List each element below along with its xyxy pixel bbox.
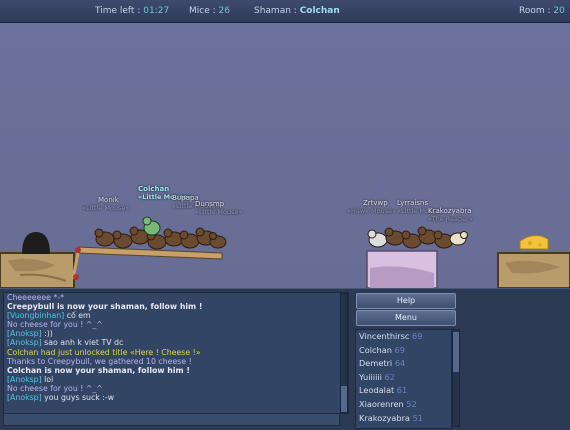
chat-line: [Anoksp] :)) bbox=[4, 329, 348, 338]
help-button[interactable]: Help bbox=[356, 293, 456, 309]
mice-label: Mice : bbox=[189, 6, 216, 16]
pink-pillar bbox=[366, 250, 438, 288]
chat-text: cố em bbox=[64, 311, 91, 321]
player-score: 64 bbox=[394, 358, 406, 369]
player-name: Krakozyabra bbox=[359, 412, 410, 423]
wooden-plank bbox=[71, 246, 223, 280]
player-name: Vincenthirsc bbox=[359, 331, 410, 341]
player-list-item[interactable]: Demetri 64 bbox=[356, 357, 451, 371]
mice-value: 26 bbox=[218, 6, 230, 16]
chat-log[interactable]: Cheeeeeee *-* Creepybull is now your sha… bbox=[3, 292, 349, 414]
chat-line: No cheese for you ! ^_^ bbox=[7, 383, 103, 393]
chat-tag: [Vuongbinhan] bbox=[7, 311, 65, 321]
shaman-name: Colchan bbox=[138, 185, 170, 193]
chat-tag: [Anoksp] bbox=[7, 374, 42, 384]
nametag-dunsmp-title: «Little Mouse» bbox=[195, 208, 243, 216]
mice-count: Mice : 26 bbox=[189, 6, 230, 16]
chat-line: [Vuongbinhan] cố em bbox=[4, 311, 348, 320]
cheese-icon bbox=[519, 235, 549, 250]
chat-scrollbar[interactable] bbox=[340, 293, 348, 413]
chat-line: No cheese for you ! ^_^ bbox=[7, 320, 103, 330]
player-score: 69 bbox=[394, 344, 405, 355]
chat-text: you guys suck :-w bbox=[41, 393, 115, 403]
shaman-display: Shaman : Colchan bbox=[254, 6, 340, 16]
player-name: Xiaorenren bbox=[359, 398, 404, 409]
shaman-value: Colchan bbox=[299, 6, 340, 16]
nametag-dunsmp-name: Dunsmp bbox=[195, 200, 225, 208]
chat-scrollbar-thumb[interactable] bbox=[341, 386, 347, 412]
chat-line: [Anoksp] sao anh k viet TV dc bbox=[4, 338, 348, 347]
top-hud-bar: Time left : 01:27 Mice : 26 Shaman : Col… bbox=[0, 0, 570, 23]
player-list-item[interactable]: Xiaorenren 52 bbox=[356, 398, 451, 412]
bottom-panel: Cheeeeeee *-* Creepybull is now your sha… bbox=[0, 288, 570, 430]
mice-group-left bbox=[94, 226, 227, 250]
nametag-monik: Monik «Little Mouse» bbox=[82, 196, 129, 212]
player-score: 62 bbox=[384, 371, 395, 382]
shaman-mouse bbox=[142, 216, 161, 236]
nametag-zrtvwp: Zrtvwp «Hawk Mouse» bbox=[347, 199, 396, 215]
chat-line: Cheeeeeee *-* bbox=[7, 293, 65, 302]
room-label: Room : bbox=[519, 6, 551, 16]
player-score: 51 bbox=[412, 412, 423, 423]
player-list-item[interactable]: Yuiiiiii 62 bbox=[356, 371, 451, 385]
nametag-krakozyabra: Krakozyabra «The Reaper» bbox=[428, 207, 473, 223]
chat-line: Colchan is now your shaman, follow him ! bbox=[7, 365, 190, 375]
game-map[interactable]: Colchan «Little Mouse» Monik «Little Mou… bbox=[0, 23, 570, 288]
player-list-item[interactable]: Leodalat 61 bbox=[356, 384, 451, 398]
player-score: 52 bbox=[406, 398, 417, 409]
player-list-scrollbar[interactable] bbox=[452, 329, 460, 427]
chat-text: loi bbox=[41, 374, 54, 384]
chat-line: Creepybull is now your shaman, follow hi… bbox=[7, 302, 203, 312]
player-list-scrollbar-thumb[interactable] bbox=[453, 332, 459, 372]
room-display: Room : 20 bbox=[519, 6, 565, 16]
player-score: 61 bbox=[396, 385, 408, 396]
nametag-krakozyabra-name: Krakozyabra bbox=[428, 207, 472, 215]
player-name: Leodalat bbox=[359, 385, 395, 396]
player-score: 69 bbox=[412, 331, 423, 341]
chat-input[interactable] bbox=[3, 413, 340, 426]
mouse-hole bbox=[22, 232, 50, 254]
map-graphics bbox=[0, 216, 570, 288]
chat-line: Thanks to Creepybull, we gathered 10 che… bbox=[7, 356, 192, 366]
player-list-item[interactable]: Vincenthirsc 69 bbox=[356, 330, 451, 344]
time-left-value: 01:27 bbox=[143, 6, 170, 16]
player-name: Demetri bbox=[359, 358, 393, 369]
nametag-monik-name: Monik bbox=[98, 196, 119, 204]
chat-tag: [Anoksp] bbox=[7, 393, 42, 403]
chat-tag: [Anoksp] bbox=[7, 329, 42, 339]
chat-line: [Anoksp] loi bbox=[4, 375, 348, 384]
player-name: Yuiiiiii bbox=[359, 371, 382, 382]
time-left-label: Time left : bbox=[95, 6, 141, 16]
chat-text: sao anh k viet TV dc bbox=[41, 338, 124, 348]
shaman-label: Shaman : bbox=[254, 6, 297, 16]
nametag-lyrraisns-name: Lyrraisns bbox=[397, 199, 428, 207]
player-name: Colchan bbox=[359, 344, 392, 355]
nametag-zrtvwp-name: Zrtvwp bbox=[363, 199, 388, 207]
room-value: 20 bbox=[553, 6, 565, 16]
player-list[interactable]: Vincenthirsc 69 Colchan 69 Demetri 64 Yu… bbox=[355, 329, 452, 429]
ground-right bbox=[497, 252, 570, 288]
menu-button[interactable]: Menu bbox=[356, 310, 456, 326]
ground-left bbox=[0, 252, 75, 288]
nametag-dunsmp: Dunsmp «Little Mouse» bbox=[195, 200, 242, 216]
mice-group-right bbox=[367, 226, 468, 249]
time-left: Time left : 01:27 bbox=[95, 6, 169, 16]
nametag-zrtvwp-title: «Hawk Mouse» bbox=[347, 207, 397, 215]
nametag-krakozyabra-title: «The Reaper» bbox=[428, 215, 473, 223]
chat-line: Colchan had just unlocked title «Here ! … bbox=[7, 347, 201, 357]
chat-text: :)) bbox=[41, 329, 53, 339]
player-list-item[interactable]: Krakozyabra 51 bbox=[356, 412, 451, 426]
chat-tag: [Anoksp] bbox=[7, 338, 42, 348]
player-list-item[interactable]: Colchan 69 bbox=[356, 344, 451, 358]
chat-line: [Anoksp] you guys suck :-w bbox=[4, 393, 348, 402]
nametag-monik-title: «Little Mouse» bbox=[82, 204, 130, 212]
